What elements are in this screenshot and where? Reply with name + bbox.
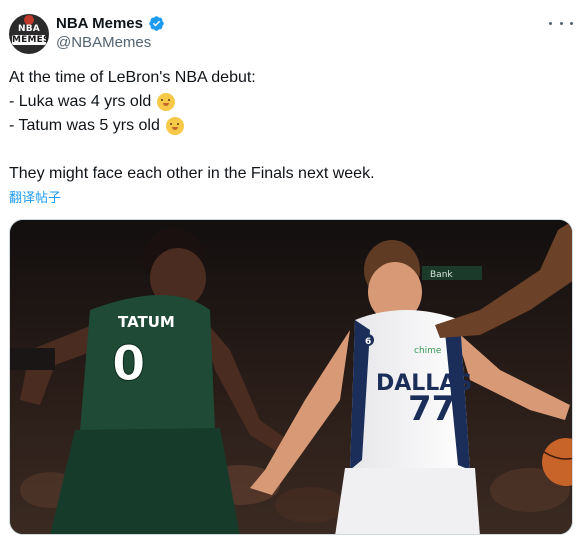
tweet-card[interactable]: NBA MEMES NBA Memes @NBAMemes At the tim…: [0, 0, 583, 547]
more-dot: [559, 21, 563, 25]
more-dot: [570, 21, 573, 25]
tweet-line: At the time of LeBron's NBA debut:: [9, 66, 569, 90]
more-options-icon[interactable]: [549, 13, 573, 33]
arena-sign-text: Bank: [430, 270, 453, 280]
tweet-line-text: - Luka was 4 yrs old: [9, 93, 152, 110]
baby-face-emoji-icon: [165, 117, 184, 135]
avatar-logo-text-top: NBA: [18, 24, 40, 34]
tatum-jersey-number: 0: [112, 336, 145, 392]
tweet-line: - Luka was 4 yrs old: [9, 90, 569, 114]
verified-badge-icon: [149, 15, 164, 31]
author-name-row: NBA Memes: [56, 13, 165, 33]
author-display-name[interactable]: NBA Memes: [56, 15, 143, 32]
tweet-photo[interactable]: Bank TATUM 0 6 chime DALLAS 77: [9, 219, 573, 535]
tweet-line: They might face each other in the Finals…: [9, 162, 569, 186]
tweet-text: At the time of LeBron's NBA debut: - Luk…: [9, 66, 569, 186]
tweet-line-text: They might face each other in the Finals…: [9, 165, 375, 182]
tweet-line-text: - Tatum was 5 yrs old: [9, 117, 160, 134]
jersey-sponsor: chime: [414, 346, 442, 356]
jersey-patch-number: 6: [365, 337, 371, 347]
translate-post-link[interactable]: 翻译帖子: [9, 187, 61, 206]
tweet-line: - Tatum was 5 yrs old: [9, 114, 569, 138]
more-dot: [549, 21, 552, 25]
basketball-game-photo: Bank TATUM 0 6 chime DALLAS 77: [10, 220, 572, 534]
tatum-jersey-name: TATUM: [118, 313, 175, 331]
avatar-logo-text-bottom: MEMES: [12, 35, 49, 45]
baby-face-emoji-icon: [157, 93, 176, 111]
author-handle[interactable]: @NBAMemes: [56, 34, 151, 51]
author-avatar[interactable]: NBA MEMES: [9, 14, 49, 54]
mavs-jersey-number: 77: [408, 389, 455, 429]
tweet-line-text: At the time of LeBron's NBA debut:: [9, 69, 256, 86]
